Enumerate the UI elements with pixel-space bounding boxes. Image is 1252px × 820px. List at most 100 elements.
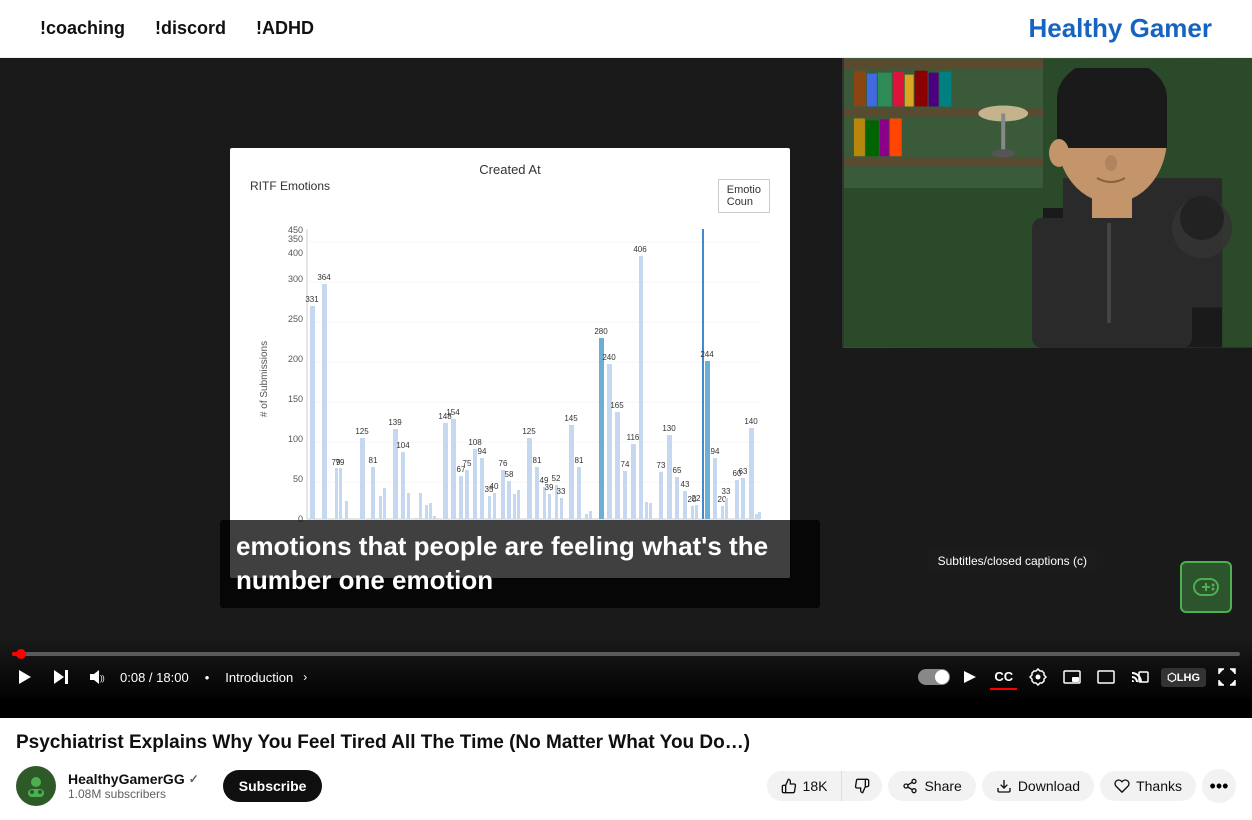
fullscreen-button[interactable] bbox=[1214, 664, 1240, 690]
dislike-button[interactable] bbox=[842, 771, 882, 801]
thanks-button[interactable]: Thanks bbox=[1100, 771, 1196, 801]
chart-box: Created At RITF Emotions Emotio Coun bbox=[230, 148, 790, 578]
svg-text:94: 94 bbox=[711, 447, 720, 456]
svg-text:81: 81 bbox=[533, 456, 542, 465]
settings-button[interactable] bbox=[1025, 664, 1051, 690]
autoplay-toggle[interactable] bbox=[918, 669, 950, 685]
svg-text:): ) bbox=[102, 674, 105, 683]
svg-text:125: 125 bbox=[355, 427, 369, 436]
play-button[interactable] bbox=[12, 664, 38, 690]
game-overlay-icon[interactable] bbox=[1180, 561, 1232, 613]
cmd-coaching[interactable]: !coaching bbox=[40, 18, 125, 39]
svg-text:150: 150 bbox=[288, 394, 303, 404]
cmd-adhd[interactable]: !ADHD bbox=[256, 18, 314, 39]
download-button[interactable]: Download bbox=[982, 771, 1094, 801]
svg-text:125: 125 bbox=[522, 427, 536, 436]
svg-text:200: 200 bbox=[288, 354, 303, 364]
svg-text:75: 75 bbox=[463, 459, 472, 468]
svg-text:165: 165 bbox=[610, 401, 624, 410]
like-dislike-group: 18K bbox=[767, 771, 883, 801]
svg-text:100: 100 bbox=[288, 434, 303, 444]
svg-text:58: 58 bbox=[505, 470, 514, 479]
action-buttons: 18K Share bbox=[767, 769, 1236, 803]
video-controls: ) ) 0:08 / 18:00 • Introduction › bbox=[0, 638, 1252, 698]
svg-text:244: 244 bbox=[700, 350, 714, 359]
progress-fill bbox=[12, 652, 21, 656]
video-title: Psychiatrist Explains Why You Feel Tired… bbox=[16, 732, 1236, 754]
verified-icon: ✓ bbox=[189, 772, 199, 786]
right-controls: CC bbox=[918, 664, 1240, 690]
svg-text:40: 40 bbox=[490, 482, 499, 491]
video-content: Created At RITF Emotions Emotio Coun bbox=[0, 58, 1252, 698]
svg-text:139: 139 bbox=[388, 418, 402, 427]
svg-text:350: 350 bbox=[288, 234, 303, 244]
webcam-overlay bbox=[842, 58, 1252, 348]
chapter-arrow: › bbox=[303, 670, 307, 684]
channel-row: HealthyGamerGG ✓ 1.08M subscribers Subsc… bbox=[16, 766, 1236, 806]
video-player[interactable]: Created At RITF Emotions Emotio Coun bbox=[0, 58, 1252, 718]
svg-text:130: 130 bbox=[662, 424, 676, 433]
svg-text:140: 140 bbox=[744, 417, 758, 426]
legend-emotion: Emotio bbox=[727, 184, 761, 196]
time-display: 0:08 / 18:00 bbox=[120, 670, 189, 685]
channel-name[interactable]: HealthyGamerGG ✓ bbox=[68, 771, 199, 787]
svg-text:400: 400 bbox=[288, 248, 303, 258]
svg-text:145: 145 bbox=[564, 414, 578, 423]
svg-text:450: 450 bbox=[288, 225, 303, 235]
lhg-badge: ⬡LHG bbox=[1161, 668, 1206, 687]
chart-title: Created At bbox=[250, 162, 770, 177]
subscribe-button[interactable]: Subscribe bbox=[223, 770, 323, 802]
cmd-discord[interactable]: !discord bbox=[155, 18, 226, 39]
top-banner: !coaching !discord !ADHD Healthy Gamer bbox=[0, 0, 1252, 58]
like-button[interactable]: 18K bbox=[767, 771, 843, 801]
svg-text:250: 250 bbox=[288, 314, 303, 324]
webcam-background bbox=[844, 58, 1252, 348]
dot-separator: • bbox=[199, 670, 216, 685]
subscriber-count: 1.08M subscribers bbox=[68, 787, 199, 801]
miniplayer-button[interactable] bbox=[1059, 666, 1085, 688]
svg-text:280: 280 bbox=[594, 327, 608, 336]
svg-text:81: 81 bbox=[575, 456, 584, 465]
svg-text:50: 50 bbox=[293, 474, 303, 484]
svg-text:94: 94 bbox=[478, 447, 487, 456]
svg-text:# of Submissions: # of Submissions bbox=[259, 341, 270, 417]
channel-info: HealthyGamerGG ✓ 1.08M subscribers bbox=[68, 771, 199, 801]
chapter-label: Introduction bbox=[225, 670, 293, 685]
svg-text:65: 65 bbox=[673, 466, 682, 475]
chart-subtitle: RITF Emotions bbox=[250, 179, 330, 193]
legend-count: Coun bbox=[727, 196, 761, 208]
svg-text:300: 300 bbox=[288, 274, 303, 284]
cc-button[interactable]: CC bbox=[990, 665, 1017, 690]
svg-text:52: 52 bbox=[552, 474, 561, 483]
channel-avatar[interactable] bbox=[16, 766, 56, 806]
banner-title: Healthy Gamer bbox=[1028, 13, 1212, 44]
svg-text:43: 43 bbox=[681, 480, 690, 489]
svg-text:108: 108 bbox=[468, 438, 482, 447]
svg-text:104: 104 bbox=[396, 441, 410, 450]
svg-text:33: 33 bbox=[557, 487, 566, 496]
svg-text:240: 240 bbox=[602, 353, 616, 362]
svg-text:63: 63 bbox=[739, 467, 748, 476]
volume-button[interactable]: ) ) bbox=[84, 664, 110, 690]
svg-text:364: 364 bbox=[317, 273, 331, 282]
svg-text:79: 79 bbox=[336, 458, 345, 467]
cast-button[interactable] bbox=[1127, 666, 1153, 688]
progress-bar[interactable] bbox=[12, 652, 1240, 656]
svg-text:406: 406 bbox=[633, 245, 647, 254]
below-video: Psychiatrist Explains Why You Feel Tired… bbox=[0, 718, 1252, 820]
svg-text:74: 74 bbox=[621, 460, 630, 469]
theater-button[interactable] bbox=[1093, 666, 1119, 688]
svg-text:81: 81 bbox=[369, 456, 378, 465]
mini-play-btn[interactable] bbox=[958, 665, 982, 689]
svg-text:73: 73 bbox=[657, 461, 666, 470]
caption-overlay: emotions that people are feeling what's … bbox=[220, 520, 820, 608]
svg-text:331: 331 bbox=[305, 295, 319, 304]
svg-text:154: 154 bbox=[446, 408, 460, 417]
share-button[interactable]: Share bbox=[888, 771, 975, 801]
svg-text:39: 39 bbox=[545, 483, 554, 492]
svg-text:22: 22 bbox=[692, 494, 701, 503]
banner-commands: !coaching !discord !ADHD bbox=[40, 18, 314, 39]
svg-text:33: 33 bbox=[722, 487, 731, 496]
more-options-button[interactable]: ••• bbox=[1202, 769, 1236, 803]
next-button[interactable] bbox=[48, 664, 74, 690]
